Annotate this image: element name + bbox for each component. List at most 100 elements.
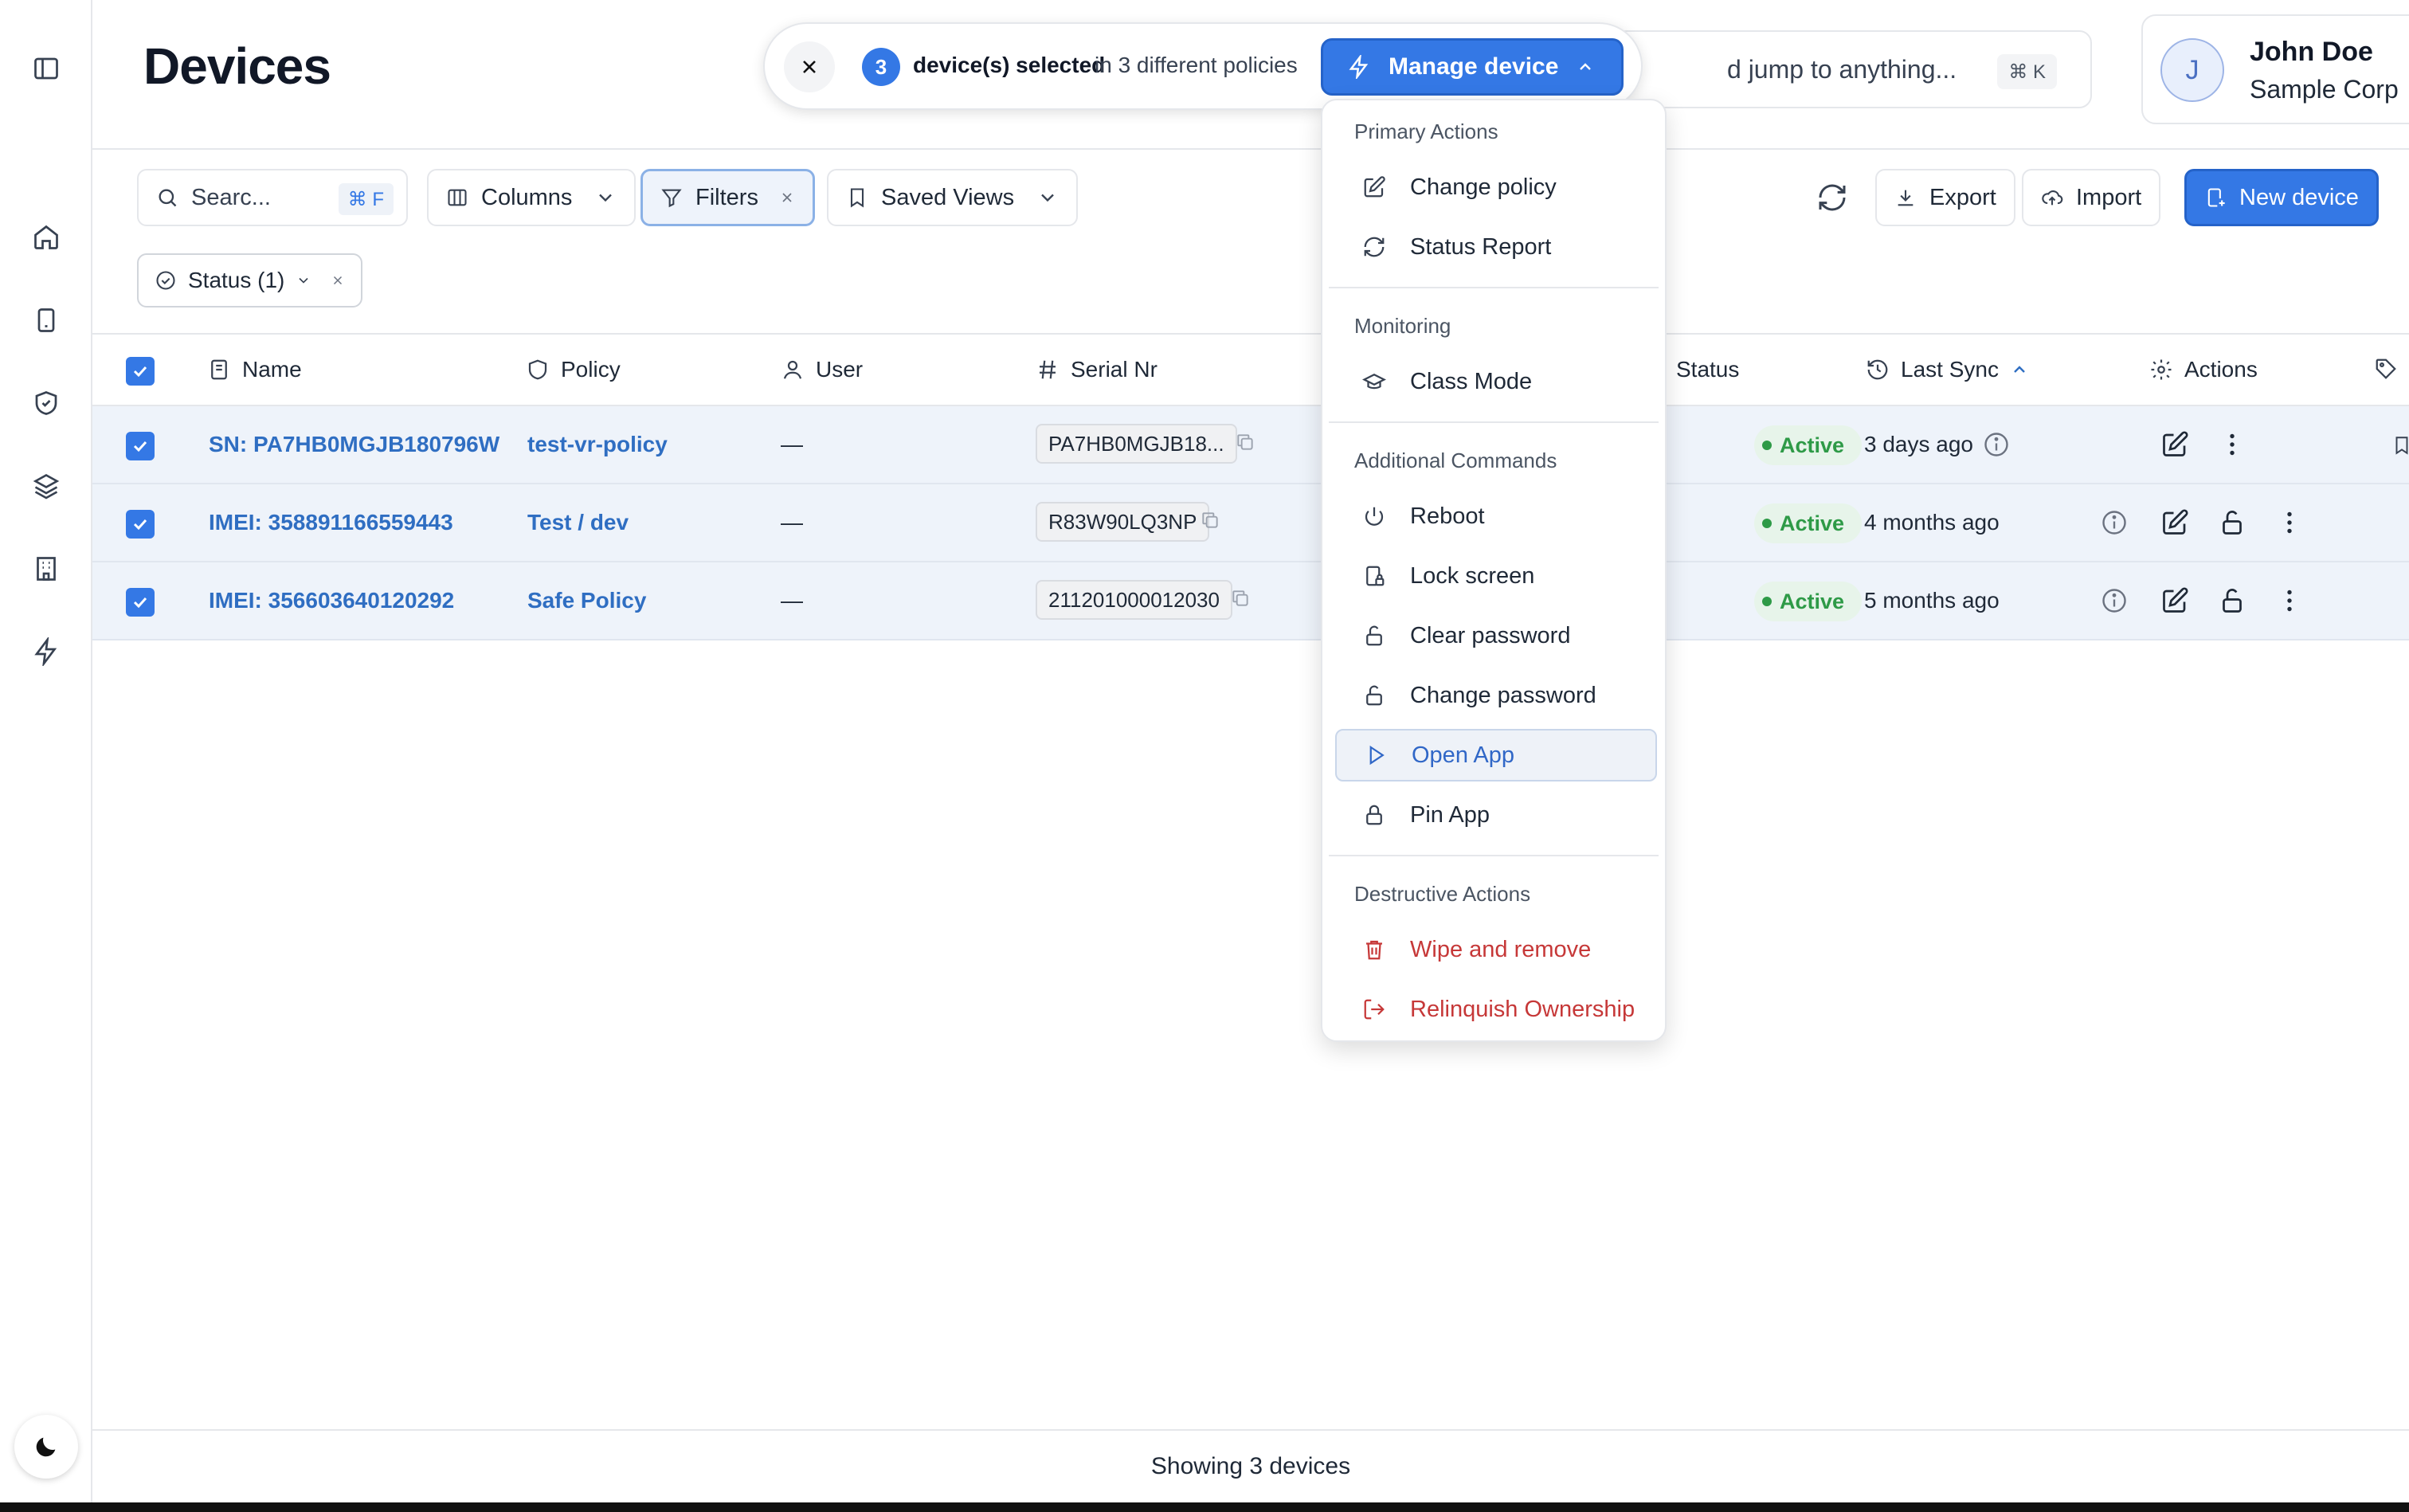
menu-item-relinquish-ownership[interactable]: Relinquish Ownership bbox=[1335, 983, 1657, 1036]
saved-views-button[interactable]: Saved Views bbox=[827, 169, 1079, 226]
menu-section-title: Additional Commands bbox=[1354, 449, 1557, 472]
status-badge: Active bbox=[1754, 582, 1863, 621]
policy-link[interactable]: test-vr-policy bbox=[527, 432, 668, 457]
column-header-tags bbox=[2374, 357, 2398, 381]
menu-item-change-password[interactable]: Change password bbox=[1335, 669, 1657, 722]
menu-item-label: Status Report bbox=[1410, 233, 1552, 260]
table-row[interactable]: SN: PA7HB0MGJB180796W test-vr-policy — P… bbox=[92, 406, 2409, 484]
more-vertical-icon[interactable] bbox=[2218, 430, 2246, 459]
chevron-up-icon bbox=[1580, 63, 1592, 70]
menu-item-label: Lock screen bbox=[1410, 562, 1535, 589]
unlock-icon[interactable] bbox=[2218, 508, 2246, 537]
device-name-link[interactable]: IMEI: 358891166559443 bbox=[209, 510, 453, 535]
edit-icon[interactable] bbox=[2160, 586, 2189, 615]
table-header: Name Policy User Serial Nr Status Last S… bbox=[92, 333, 2409, 406]
menu-item-status-report[interactable]: Status Report bbox=[1335, 221, 1657, 273]
column-header-last-sync[interactable]: Last Sync bbox=[1866, 357, 2029, 382]
device-lock-icon bbox=[1366, 566, 1385, 586]
row-checkbox[interactable] bbox=[126, 588, 155, 617]
sort-ascending-icon[interactable] bbox=[2010, 360, 2029, 379]
status-filter-chip[interactable]: Status (1) bbox=[137, 253, 363, 307]
columns-button[interactable]: Columns bbox=[427, 169, 637, 226]
column-header-status[interactable]: Status bbox=[1676, 357, 1739, 382]
info-icon[interactable] bbox=[2100, 508, 2129, 537]
clear-selection-button[interactable] bbox=[784, 41, 835, 92]
copy-icon[interactable] bbox=[1200, 510, 1220, 531]
more-vertical-icon[interactable] bbox=[2275, 508, 2304, 537]
menu-item-lock-screen[interactable]: Lock screen bbox=[1335, 550, 1657, 602]
table-row[interactable]: IMEI: 358891166559443 Test / dev — R83W9… bbox=[92, 484, 2409, 562]
shield-check-icon[interactable] bbox=[21, 378, 72, 429]
column-header-policy[interactable]: Policy bbox=[526, 357, 621, 382]
search-shortcut: ⌘ F bbox=[338, 183, 394, 215]
building-icon[interactable] bbox=[21, 543, 72, 594]
column-header-serial[interactable]: Serial Nr bbox=[1036, 357, 1157, 382]
device-name-link[interactable]: SN: PA7HB0MGJB180796W bbox=[209, 432, 499, 457]
lightning-icon[interactable] bbox=[21, 626, 72, 677]
clear-filters-icon[interactable] bbox=[779, 190, 795, 206]
menu-item-pin-app[interactable]: Pin App bbox=[1335, 789, 1657, 841]
filters-button[interactable]: Filters bbox=[640, 169, 815, 226]
unlock-icon[interactable] bbox=[2218, 586, 2246, 615]
select-all-checkbox[interactable] bbox=[126, 357, 155, 386]
column-header-user[interactable]: User bbox=[781, 357, 863, 382]
menu-item-label: Clear password bbox=[1410, 622, 1571, 648]
device-icon[interactable] bbox=[21, 295, 72, 346]
policy-link[interactable]: Test / dev bbox=[527, 510, 629, 535]
menu-item-class-mode[interactable]: Class Mode bbox=[1335, 355, 1657, 408]
refresh-icon bbox=[1819, 184, 1846, 211]
status-badge: Active bbox=[1754, 425, 1863, 465]
bookmark-icon[interactable] bbox=[2391, 435, 2409, 456]
copy-icon[interactable] bbox=[1230, 588, 1251, 609]
menu-item-label: Reboot bbox=[1410, 503, 1485, 529]
menu-item-change-policy[interactable]: Change policy bbox=[1335, 161, 1657, 213]
info-icon[interactable] bbox=[2100, 586, 2129, 615]
lock-icon bbox=[1366, 805, 1382, 825]
menu-item-clear-password[interactable]: Clear password bbox=[1335, 609, 1657, 662]
device-name-link[interactable]: IMEI: 356603640120292 bbox=[209, 588, 454, 613]
command-search-text: d jump to anything... bbox=[1727, 54, 1957, 84]
column-label: Policy bbox=[561, 357, 621, 382]
user-menu[interactable]: J John Doe Sample Corp bbox=[2141, 14, 2409, 124]
home-icon[interactable] bbox=[21, 212, 72, 263]
layers-icon[interactable] bbox=[21, 460, 72, 511]
policy-link[interactable]: Safe Policy bbox=[527, 588, 646, 613]
new-device-button[interactable]: New device bbox=[2184, 169, 2379, 226]
edit-icon[interactable] bbox=[2160, 508, 2189, 537]
refresh-button[interactable] bbox=[1816, 182, 1848, 213]
logout-icon bbox=[1364, 999, 1385, 1020]
user-cell: — bbox=[781, 588, 803, 613]
selection-subtext: in 3 different policies bbox=[1095, 53, 1298, 77]
copy-icon[interactable] bbox=[1235, 432, 1255, 452]
menu-item-open-app[interactable]: Open App bbox=[1335, 729, 1657, 781]
graduation-cap-icon bbox=[1362, 373, 1386, 390]
menu-item-label: Change password bbox=[1410, 682, 1596, 708]
menu-item-label: Open App bbox=[1412, 742, 1514, 768]
row-checkbox[interactable] bbox=[126, 510, 155, 539]
status-label: Active bbox=[1780, 433, 1845, 457]
menu-section-title: Destructive Actions bbox=[1354, 882, 1531, 906]
menu-item-wipe-and-remove[interactable]: Wipe and remove bbox=[1335, 923, 1657, 976]
info-icon[interactable] bbox=[1982, 430, 2011, 459]
serial-number: PA7HB0MGJB18... bbox=[1036, 424, 1237, 464]
export-button[interactable]: Export bbox=[1875, 169, 2015, 226]
row-checkbox[interactable] bbox=[126, 432, 155, 460]
import-button[interactable]: Import bbox=[2022, 169, 2161, 226]
remove-chip-icon[interactable] bbox=[331, 273, 345, 288]
edit-icon[interactable] bbox=[2160, 430, 2189, 459]
column-header-name[interactable]: Name bbox=[207, 357, 302, 382]
check-icon bbox=[133, 519, 147, 531]
unlock-icon bbox=[1366, 685, 1382, 706]
search-input[interactable]: Searc... ⌘ F bbox=[137, 169, 408, 226]
check-icon bbox=[133, 597, 147, 609]
serial-number: 211201000012030 bbox=[1036, 580, 1232, 620]
more-vertical-icon[interactable] bbox=[2275, 586, 2304, 615]
toggle-sidebar-icon[interactable] bbox=[21, 43, 72, 94]
manage-device-button[interactable]: Manage device bbox=[1321, 38, 1624, 96]
menu-divider bbox=[1329, 421, 1659, 423]
dark-mode-toggle[interactable] bbox=[14, 1415, 78, 1479]
command-search[interactable]: d jump to anything... ⌘ K bbox=[1614, 30, 2092, 108]
table-row[interactable]: IMEI: 356603640120292 Safe Policy — 2112… bbox=[92, 562, 2409, 640]
menu-item-reboot[interactable]: Reboot bbox=[1335, 490, 1657, 543]
command-search-shortcut: ⌘ K bbox=[1997, 54, 2057, 89]
